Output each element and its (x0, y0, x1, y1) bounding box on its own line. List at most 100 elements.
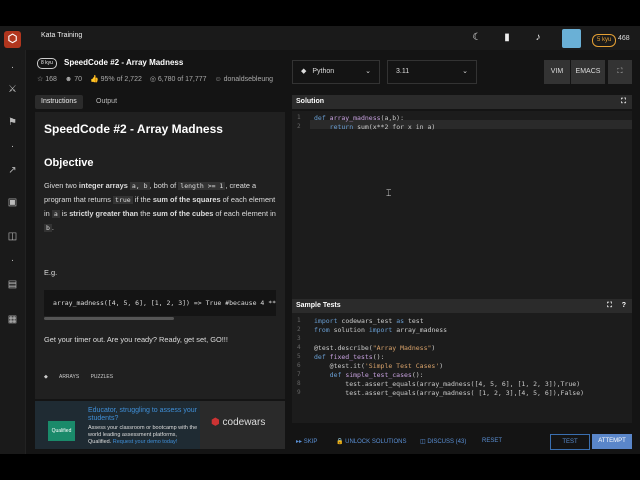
codeblock-scrollbar[interactable] (44, 317, 174, 320)
home-icon[interactable]: · (6, 61, 19, 74)
training-icon[interactable]: ⚑ (6, 116, 19, 129)
example-code: array_madness([4, 5, 6], [1, 2, 3]) => T… (53, 299, 276, 307)
tag-puzzles[interactable]: PUZZLES (91, 374, 114, 380)
line-number: 2 (297, 123, 301, 130)
chevron-down-icon-2: ⌄ (462, 68, 468, 75)
kata-stats: ☆ 168 ☻ 70 👍 95% of 2,722 ◎ 6,780 of 17,… (37, 75, 279, 83)
line-number: 1 (297, 114, 301, 121)
code-line: from solution import array_madness (314, 326, 448, 334)
notifications-bell-icon[interactable]: ♪ (531, 32, 545, 44)
kata-training-tab[interactable]: Kata Training (41, 32, 82, 39)
expand-icon[interactable]: ⛶ (621, 95, 626, 109)
reset-button[interactable]: RESET (482, 438, 502, 444)
promo-banner: Qualified Educator, struggling to assess… (35, 401, 285, 449)
promo-left: Qualified Educator, struggling to assess… (35, 401, 200, 449)
code-line: @test.it('Simple Test Cases') (314, 362, 444, 370)
attempt-button[interactable]: ATTEMPT (592, 434, 632, 449)
votes-stat: ☻ 70 (64, 76, 82, 83)
practice-icon[interactable]: ⚔ (6, 83, 19, 96)
rank-badge[interactable]: 5 kyu (592, 34, 617, 47)
vim-button[interactable]: VIM (544, 60, 570, 84)
solution-header: Solution ⛶ (292, 95, 632, 109)
line-number: 2 (297, 326, 301, 333)
sidebar: ⬡ · ⚔ ⚑ · ↗ ▣ ◫ · ▤ ▦ (0, 26, 26, 454)
kata-header: 8 kyu SpeedCode #2 - Array Madness ☆ 168… (25, 54, 285, 94)
kyu-badge: 8 kyu (37, 58, 57, 69)
code-line: @test.describe("Array Madness") (314, 344, 436, 352)
help-icon[interactable]: ? (622, 299, 626, 313)
tab-instructions[interactable]: Instructions (35, 95, 83, 109)
language-name: Python (312, 68, 335, 75)
unlock-solutions-button[interactable]: 🔒 UNLOCK SOLUTIONS (336, 438, 407, 445)
promo-link[interactable]: Request your demo today! (113, 439, 178, 445)
kata-title: SpeedCode #2 - Array Madness (64, 58, 184, 67)
version-select[interactable]: 3.11 ⌄ (387, 60, 477, 84)
chat-icon[interactable]: ▣ (6, 196, 19, 209)
tag-icon: ◆ (44, 374, 48, 380)
completed-stat: ◎ 6,780 of 17,777 (149, 76, 207, 83)
example-codeblock[interactable]: array_madness([4, 5, 6], [1, 2, 3]) => T… (44, 290, 276, 316)
test-button[interactable]: TEST (550, 434, 590, 450)
python-icon: ◆ (301, 68, 307, 75)
code-line: test.assert_equals(array_madness( [1, 2,… (314, 389, 585, 397)
mouse-cursor-icon: ⌶ (386, 188, 392, 198)
language-version: 3.11 (396, 68, 410, 75)
codewars-brand: ⬢ codewars (211, 417, 266, 428)
theme-moon-icon[interactable]: ☾ (470, 32, 484, 44)
objective-heading: Objective (44, 157, 94, 169)
tests-title: Sample Tests (296, 302, 341, 309)
dot-icon: · (10, 141, 15, 152)
line-number: 1 (297, 317, 301, 324)
topbar: Kata Training ☾ ▮ ♪ 5 kyu 468 (25, 26, 640, 50)
line-number: 8 (297, 380, 301, 387)
codewars-mark-icon: ⬢ (211, 417, 220, 428)
qualified-logo: Qualified (48, 421, 75, 441)
tests-header: Sample Tests ⛶ ? (292, 299, 632, 313)
code-line: import codewars_test as test (314, 317, 424, 325)
solution-editor[interactable]: 1 def array_madness(a,b): 2 return sum(x… (292, 111, 632, 311)
satisfaction-stat: 👍 95% of 2,722 (89, 76, 142, 83)
code-line: def fixed_tests(): (314, 353, 385, 361)
blog-icon[interactable]: ▦ (6, 313, 19, 326)
code-line: test.assert_equals(array_madness([4, 5, … (314, 380, 581, 388)
codewars-logo-icon[interactable]: ⬡ (4, 31, 21, 48)
description-panel: SpeedCode #2 - Array Madness Objective G… (35, 112, 285, 399)
emacs-button[interactable]: EMACS (571, 60, 605, 84)
code-line: return sum(x**2 for x in a) (329, 123, 436, 131)
code-line: def array_madness(a,b): (314, 114, 405, 122)
description-title: SpeedCode #2 - Array Madness (44, 122, 223, 136)
language-select[interactable]: ◆ Python ⌄ (292, 60, 380, 84)
tags: ◆ ARRAYS PUZZLES (44, 374, 123, 380)
discussion-icon[interactable]: ◫ (6, 230, 19, 243)
objective-paragraph: Given two integer arrays a, b, both of l… (44, 181, 276, 232)
chevron-down-icon: ⌄ (365, 68, 371, 75)
line-number: 9 (297, 389, 301, 396)
avatar[interactable] (562, 29, 581, 48)
line-number: 7 (297, 371, 301, 378)
line-number: 3 (297, 335, 301, 342)
skip-button[interactable]: ▸▸ SKIP (296, 438, 317, 445)
line-number: 5 (297, 353, 301, 360)
promo-text: Assess your classroom or bootcamp with t… (88, 425, 198, 445)
line-number: 6 (297, 362, 301, 369)
promo-heading[interactable]: Educator, struggling to assess your stud… (88, 407, 198, 423)
timer-text: Get your timer out. Are you ready? Ready… (44, 335, 228, 344)
line-number: 4 (297, 344, 301, 351)
honor-score: 468 (618, 35, 630, 42)
code-line: def simple_test_cases(): (314, 371, 424, 379)
fullscreen-icon[interactable]: ⛶ (608, 60, 632, 84)
tag-arrays[interactable]: ARRAYS (59, 374, 79, 380)
bookmark-stat: ☆ 168 (37, 76, 57, 83)
tab-output[interactable]: Output (90, 95, 123, 109)
bookmark-icon[interactable]: ▮ (500, 32, 514, 44)
dot-icon-2: · (10, 255, 15, 266)
solution-title: Solution (296, 98, 324, 105)
discuss-button[interactable]: ◫ DISCUSS (43) (420, 438, 466, 445)
expand-icon-2[interactable]: ⛶ (607, 299, 612, 313)
example-label: E.g. (44, 268, 58, 277)
docs-icon[interactable]: ▤ (6, 278, 19, 291)
app-frame: ⬡ · ⚔ ⚑ · ↗ ▣ ◫ · ▤ ▦ Kata Training ☾ ▮ … (0, 26, 640, 454)
tests-editor[interactable]: 1 import codewars_test as test 2 from so… (292, 313, 632, 423)
leaderboard-icon[interactable]: ↗ (6, 164, 19, 177)
author-stat[interactable]: ☺ donaldsebleung (215, 76, 274, 83)
